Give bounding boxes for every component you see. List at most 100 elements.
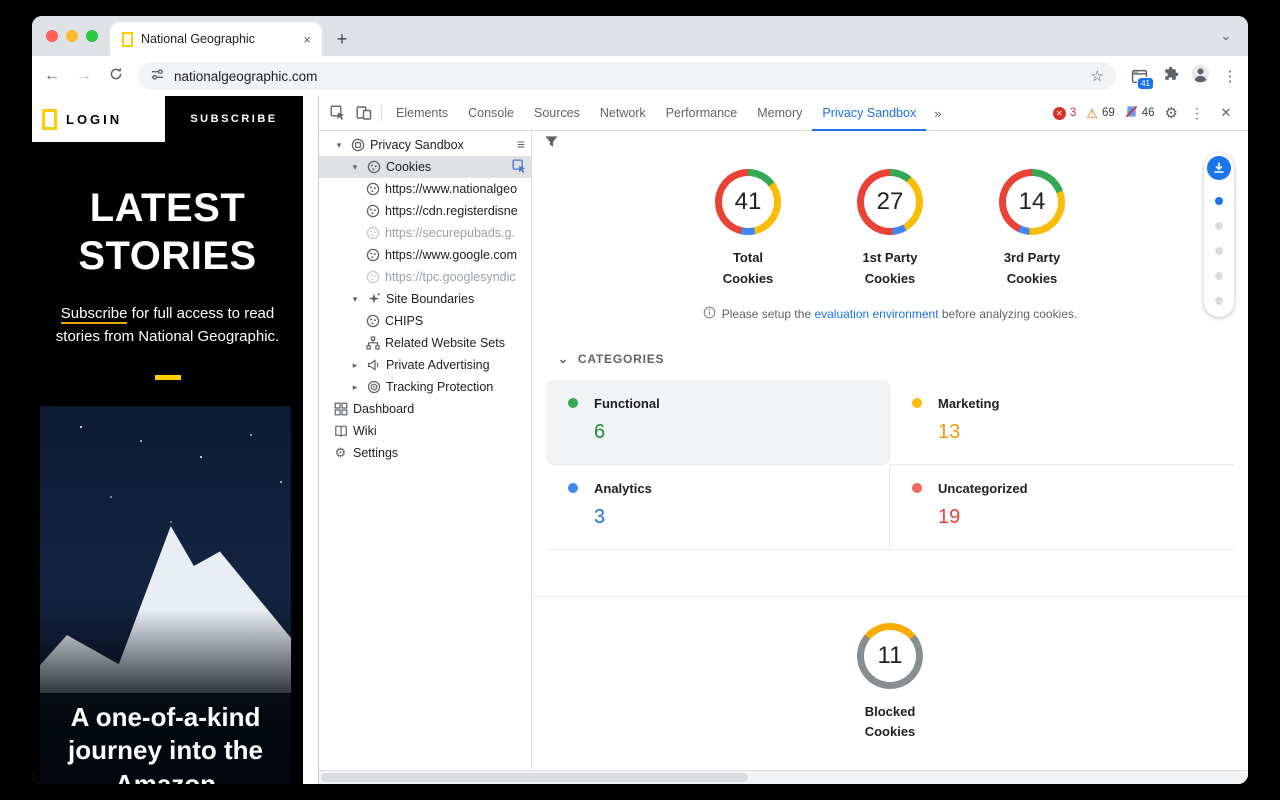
warning-icon: ⚠	[1086, 107, 1098, 120]
tree-item-related-website-sets[interactable]: Related Website Sets	[319, 332, 531, 354]
donut-value: 11	[864, 630, 916, 682]
warnings-badge[interactable]: ⚠ 69	[1086, 107, 1114, 120]
hero-story-card[interactable]: A one-of-a-kind journey into the Amazon	[40, 406, 291, 785]
tab-memory[interactable]: Memory	[747, 96, 812, 131]
expand-arrow-icon[interactable]: ▾	[349, 162, 361, 173]
more-tabs-icon[interactable]: »	[926, 106, 949, 121]
tab-search-chevron-icon[interactable]: ⌄	[1216, 26, 1236, 46]
evaluation-environment-link[interactable]: evaluation environment	[814, 307, 938, 321]
tab-close-icon[interactable]: ×	[300, 32, 314, 47]
devtools-body: ≡ ▾ Privacy Sandbox ▾ Cookies	[319, 131, 1248, 770]
new-tab-button[interactable]: +	[328, 25, 356, 53]
tree-label: Dashboard	[353, 402, 414, 416]
expand-arrow-icon[interactable]: ▾	[333, 140, 345, 151]
subscribe-link[interactable]: Subscribe	[61, 305, 128, 324]
tab-network[interactable]: Network	[590, 96, 656, 131]
tab-performance[interactable]: Performance	[656, 96, 748, 131]
tree-item-private-advertising[interactable]: ▸ Private Advertising	[319, 354, 531, 376]
tree-item-wiki[interactable]: Wiki	[319, 420, 531, 442]
tab-strip: National Geographic × + ⌄	[32, 16, 1248, 56]
issues-badge[interactable]: 46	[1125, 105, 1155, 121]
horizontal-scrollbar[interactable]	[319, 770, 1248, 784]
natgeo-page: LOGIN SUBSCRIBE LATEST STORIES Subscribe…	[32, 96, 303, 784]
browser-tab[interactable]: National Geographic ×	[110, 22, 322, 56]
tree-label: https://www.nationalgeo	[385, 182, 517, 196]
donut-label: Total Cookies	[707, 248, 789, 290]
address-bar[interactable]: nationalgeographic.com ☆	[138, 62, 1116, 90]
page-scrollbar[interactable]	[303, 96, 318, 784]
tree-item-cookie-origin[interactable]: https://cdn.registerdisne	[319, 200, 531, 222]
filter-funnel-icon[interactable]	[544, 134, 559, 154]
tab-sources[interactable]: Sources	[524, 96, 590, 131]
devtools-settings-icon[interactable]: ⚙	[1165, 104, 1178, 122]
extensions-puzzle-icon[interactable]	[1162, 65, 1179, 87]
category-marketing[interactable]: Marketing 13	[890, 380, 1234, 465]
error-count: 3	[1070, 107, 1076, 119]
tree-item-cookie-origin[interactable]: https://securepubads.g.	[319, 222, 531, 244]
row-inspect-icon[interactable]	[512, 159, 527, 177]
info-suffix: before analyzing cookies.	[939, 307, 1078, 321]
section-dot[interactable]	[1215, 222, 1223, 230]
minimize-window-button[interactable]	[66, 30, 78, 42]
category-analytics[interactable]: Analytics 3	[546, 465, 890, 550]
categories-header[interactable]: ⌄ CATEGORIES	[532, 352, 1248, 366]
profile-avatar[interactable]	[1191, 64, 1210, 88]
devtools-tab-bar: Elements Console Sources Network Perform…	[319, 96, 1248, 131]
expand-arrow-icon[interactable]: ▸	[349, 382, 361, 393]
sitemap-icon	[365, 336, 380, 351]
browser-menu-icon[interactable]: ⋮	[1222, 67, 1238, 85]
expand-arrow-icon[interactable]: ▸	[349, 360, 361, 371]
tree-item-cookies[interactable]: ▾ Cookies	[319, 156, 531, 178]
cookie-icon	[365, 182, 380, 197]
reload-icon[interactable]	[106, 66, 126, 87]
privacy-sandbox-extension-icon[interactable]: 41	[1128, 65, 1150, 87]
download-report-button[interactable]	[1207, 156, 1231, 180]
status-badges: ✕ 3 ⚠ 69 46 ⚙ ⋮ ✕	[1053, 104, 1242, 122]
scrollbar-thumb[interactable]	[321, 773, 748, 782]
tab-elements[interactable]: Elements	[386, 96, 458, 131]
category-label: Analytics	[594, 481, 652, 496]
section-dot[interactable]	[1215, 272, 1223, 280]
tab-privacy-sandbox[interactable]: Privacy Sandbox	[812, 96, 926, 131]
expand-arrow-icon[interactable]: ▾	[349, 294, 361, 305]
category-count: 13	[938, 421, 1212, 444]
cookie-donuts: 41 Total Cookies 27 1st Party Cookies	[532, 169, 1248, 290]
tree-item-cookie-origin[interactable]: https://www.google.com	[319, 244, 531, 266]
subscribe-button[interactable]: SUBSCRIBE	[165, 96, 303, 142]
section-dot[interactable]	[1215, 297, 1223, 305]
tree-item-cookie-origin[interactable]: https://www.nationalgeo	[319, 178, 531, 200]
tab-console[interactable]: Console	[458, 96, 524, 131]
info-icon	[703, 306, 716, 322]
total-cookies-donut: 41 Total Cookies	[699, 169, 797, 290]
login-area[interactable]: LOGIN	[32, 96, 165, 142]
tree-item-settings[interactable]: ⚙ Settings	[319, 442, 531, 464]
inspect-element-icon[interactable]	[325, 100, 351, 126]
tree-item-site-boundaries[interactable]: ▾ Site Boundaries	[319, 288, 531, 310]
devtools-close-icon[interactable]: ✕	[1216, 105, 1236, 121]
error-icon: ✕	[1053, 107, 1066, 120]
section-dot[interactable]	[1215, 247, 1223, 255]
url-text: nationalgeographic.com	[174, 69, 317, 84]
category-functional[interactable]: Functional 6	[546, 380, 890, 465]
back-icon[interactable]: ←	[42, 67, 62, 85]
tree-item-tracking-protection[interactable]: ▸ Tracking Protection	[319, 376, 531, 398]
tree-label: Cookies	[386, 160, 431, 174]
bookmark-star-icon[interactable]: ☆	[1091, 67, 1104, 85]
tree-item-dashboard[interactable]: Dashboard	[319, 398, 531, 420]
devtools-menu-icon[interactable]: ⋮	[1188, 105, 1206, 122]
tree-item-privacy-sandbox[interactable]: ▾ Privacy Sandbox	[319, 134, 531, 156]
tree-label: CHIPS	[385, 314, 423, 328]
login-button[interactable]: LOGIN	[66, 112, 122, 127]
device-toolbar-icon[interactable]	[351, 100, 377, 126]
tree-item-chips[interactable]: CHIPS	[319, 310, 531, 332]
natgeo-logo-icon	[42, 109, 57, 130]
category-label: Marketing	[938, 396, 999, 411]
maximize-window-button[interactable]	[86, 30, 98, 42]
category-uncategorized[interactable]: Uncategorized 19	[890, 465, 1234, 550]
close-window-button[interactable]	[46, 30, 58, 42]
section-dot[interactable]	[1215, 197, 1223, 205]
forward-icon[interactable]: →	[74, 67, 94, 85]
errors-badge[interactable]: ✕ 3	[1053, 107, 1076, 120]
tree-item-cookie-origin[interactable]: https://tpc.googlesyndic	[319, 266, 531, 288]
site-settings-icon[interactable]	[150, 67, 165, 85]
